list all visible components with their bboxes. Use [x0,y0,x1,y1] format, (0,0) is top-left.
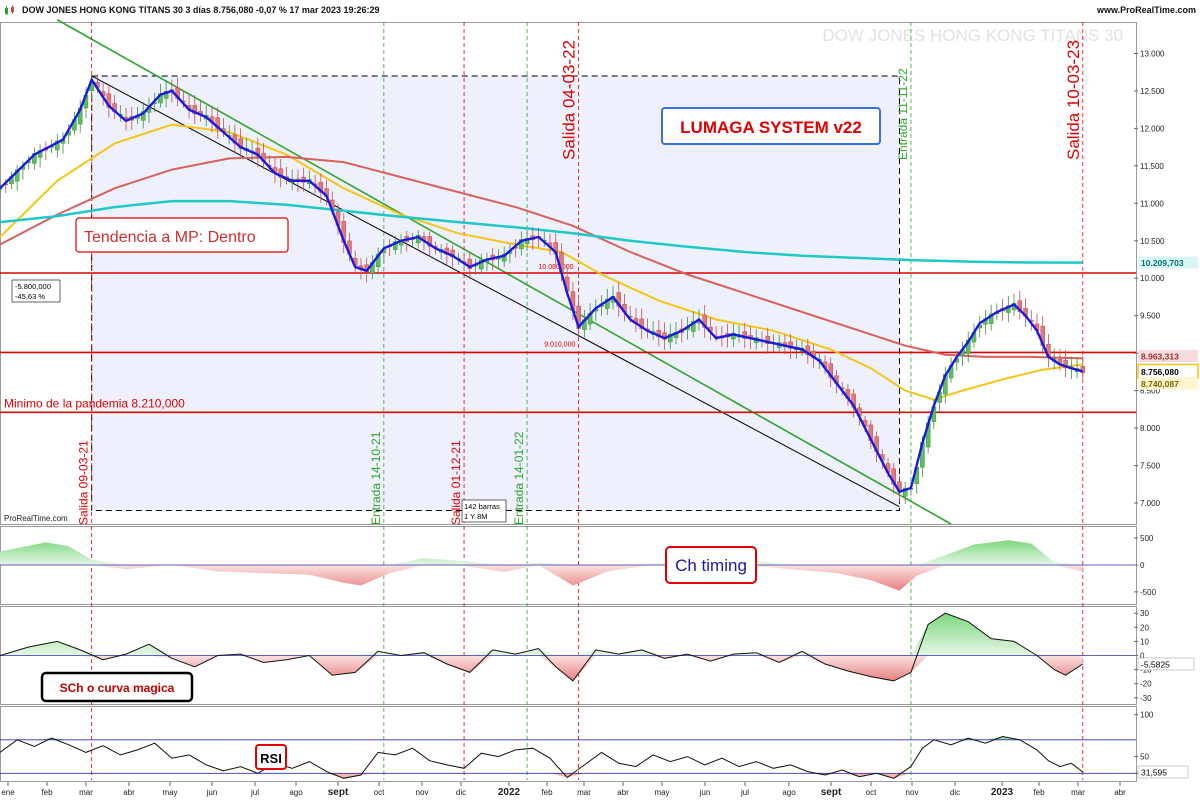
indicator-title: SCh o curva magica [60,681,175,695]
y-tick-label: 11.000 [1140,199,1164,208]
y-tick-label: 12.000 [1140,124,1165,133]
y-tick-label: 500 [1140,534,1154,543]
x-tick-label: nov [416,788,429,797]
x-tick-label: feb [541,788,553,797]
vertical-marker-label: Salida 01-12-21 [449,440,463,525]
x-tick-label: mar [1071,788,1085,797]
main-price-panel: 13.000 12.500 12.000 11.500 11.000 10.500 10.0… [0,19,1199,780]
sch-curva-magica-panel: 3020100-10-20-30-5,5825SCh o curva magic… [0,609,1195,703]
measure-time: 1 Y 8M [464,512,488,521]
x-axis: ene feb mar abr may jun jul ago sept oct nov dic 202… [1,782,1126,798]
indicator-line [0,612,1084,682]
x-tick-label: may [162,788,177,797]
x-tick-label: dic [950,788,960,797]
indicator-title: Ch timing [675,556,747,575]
vertical-marker-label: Salida 04-03-22 [560,40,579,160]
rsi-panel: 100503031,595RSI [0,711,1189,779]
rsi-overbought-area [0,736,1083,740]
x-tick-label: mar [577,788,591,797]
x-tick-label: ago [782,788,796,797]
vertical-marker-label: Salida 09-03-21 [77,440,91,525]
x-tick-label: abr [123,788,135,797]
x-tick-label: oct [866,788,877,797]
x-tick-label: jul [740,788,749,797]
measure-bars: 142 barras [464,502,500,511]
rsi-title: RSI [260,751,282,766]
rsi-line [0,735,1084,779]
x-tick-label: feb [41,788,53,797]
price-last-label: 8.756,080 [1141,367,1179,377]
y-tick-label: 30 [1140,609,1149,618]
y-tick-label: 20 [1140,623,1149,632]
y-tick-label: 8.000 [1140,424,1161,433]
system-label: LUMAGA SYSTEM v22 [680,118,862,137]
y-tick-label: 10.000 [1140,274,1165,283]
level-label: 10.080,000 [539,264,574,271]
cyan-last-label: 10.209,703 [1141,258,1184,268]
positive-area [0,613,1083,656]
y-tick-label: 9.500 [1140,312,1161,321]
y-tick-label: 10.500 [1140,237,1165,246]
level-label: 9.010,000 [544,341,575,348]
y-tick-label: 0 [1140,561,1145,570]
yellow-last-label: 8.740,087 [1141,379,1179,389]
x-tick-label: abr [617,788,629,797]
y-tick-label: 12.500 [1140,87,1165,96]
y-tick-label: 100 [1140,711,1154,720]
x-tick-label: jul [250,788,259,797]
salmon-last-label: 8.963,313 [1141,351,1179,361]
x-tick-label: 2023 [991,787,1014,798]
x-tick-label: nov [906,788,919,797]
x-tick-label: ago [289,788,303,797]
x-tick-label: jun [699,788,711,797]
footer-brand: ProRealTime.com [4,514,68,523]
y-tick-label: -20 [1140,680,1152,689]
y-tick-label: 13.000 [1140,49,1165,58]
x-tick-label: mar [79,788,93,797]
x-tick-label: may [654,788,669,797]
x-tick-label: abr [1114,788,1126,797]
y-tick-label: 7.000 [1140,499,1161,508]
vertical-marker-label: Salida 10-03-23 [1064,40,1083,160]
vertical-marker-label: Entrada 11-11-22 [896,68,910,160]
vertical-marker-label: Entrada 14-01-22 [512,431,526,525]
y-tick-label: 10 [1140,637,1149,646]
x-tick-label: ene [1,788,15,797]
chart-canvas: DOW JONES HONG KONG TITANS 30 ProRealTim… [0,19,1199,798]
trend-label: Tendencia a MP: Dentro [84,229,256,246]
x-tick-label: sept [328,787,349,798]
last-value-label: -5,5825 [1141,659,1170,669]
negative-area [0,565,1083,591]
pandemic-low-label: Minimo de la pandemia 8.210,000 [4,396,185,410]
x-tick-label: dic [456,788,466,797]
measure-pct: -45,63 % [15,292,45,301]
x-tick-label: jun [206,788,218,797]
positive-area [0,540,1083,565]
y-tick-label: -30 [1140,694,1152,703]
vertical-marker-label: Entrada 14-10-21 [369,431,383,525]
x-tick-label: 2022 [498,787,521,798]
x-tick-label: feb [1033,788,1045,797]
y-tick-label: 11.500 [1140,162,1164,171]
x-tick-label: oct [374,788,385,797]
y-tick-label: 7.500 [1140,462,1161,471]
y-tick-label: -500 [1140,588,1157,597]
last-value-label: 31,595 [1141,767,1167,777]
measure-change: -5.800,000 [15,282,51,291]
y-tick-label: 50 [1140,753,1149,762]
rsi-oversold-area [0,773,1083,779]
x-tick-label: sept [821,787,842,798]
